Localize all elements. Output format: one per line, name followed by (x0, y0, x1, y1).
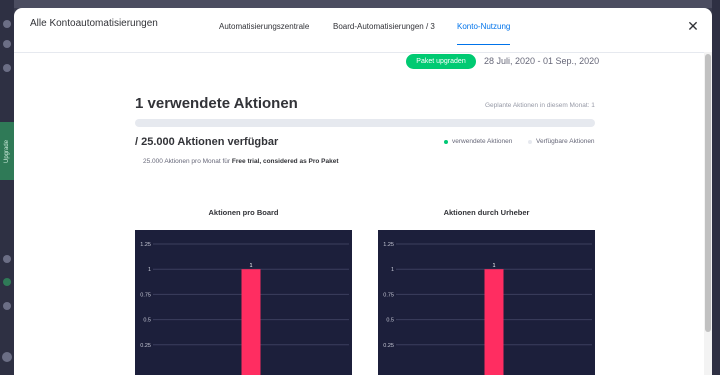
nav-icon[interactable] (3, 255, 11, 263)
legend-item-available: Verfügbare Aktionen (528, 138, 595, 145)
chart-board: 1.25 1 0.75 0.5 0.25 1 (135, 230, 352, 375)
tab-account-usage[interactable]: Konto-Nutzung (457, 22, 511, 45)
plan-note: 25.000 Aktionen pro Monat für Free trial… (143, 158, 338, 165)
chart-board-svg: 1.25 1 0.75 0.5 0.25 1 (140, 242, 349, 375)
avatar[interactable] (2, 352, 12, 362)
bar-data-label: 1 (249, 263, 252, 269)
plan-note-plan: Free trial, considered as Pro Paket (231, 158, 339, 165)
y-tick-label: 1 (148, 267, 151, 273)
legend-item-used: verwendete Aktionen (444, 138, 512, 145)
chart-creator-svg: 1.25 1 0.75 0.5 0.25 1 (383, 242, 592, 375)
chart-bar[interactable] (241, 269, 261, 375)
upgrade-plan-button[interactable]: Paket upgraden (406, 54, 476, 69)
legend-label-available: Verfügbare Aktionen (536, 138, 595, 145)
close-icon[interactable]: ✕ (686, 19, 700, 33)
chart-title-creator: Aktionen durch Urheber (443, 208, 530, 217)
nav-icon[interactable] (3, 64, 11, 72)
planned-actions-label: Geplante Aktionen in diesem Monat: 1 (485, 102, 595, 109)
plan-note-prefix: 25.000 Aktionen pro Monat für (143, 158, 232, 165)
chart-title-board: Aktionen pro Board (208, 208, 279, 217)
bar-data-label: 1 (492, 263, 495, 269)
nav-icon[interactable] (3, 20, 11, 28)
y-tick-label: 0.75 (140, 292, 151, 298)
right-edge (712, 0, 720, 375)
nav-icon[interactable] (3, 302, 11, 310)
date-range: 28 Juli, 2020 - 01 Sep., 2020 (484, 56, 600, 66)
legend-dot-used (444, 139, 448, 144)
upgrade-tab[interactable]: Upgrade (0, 122, 14, 180)
tab-board-automations[interactable]: Board-Automatisierungen / 3 (333, 22, 435, 44)
y-tick-label: 0.5 (386, 318, 394, 324)
legend-dot-available (528, 139, 532, 144)
available-actions-title: / 25.000 Aktionen verfügbar (135, 136, 279, 148)
used-actions-title: 1 verwendete Aktionen (135, 95, 298, 112)
legend-label-used: verwendete Aktionen (452, 138, 513, 145)
y-tick-label: 0.25 (383, 343, 394, 349)
account-icon[interactable] (3, 278, 11, 286)
chart-creator: 1.25 1 0.75 0.5 0.25 1 (378, 230, 595, 375)
y-tick-label: 1 (391, 267, 394, 273)
tab-automation-center[interactable]: Automatisierungszentrale (219, 22, 309, 44)
left-sidebar: Upgrade (0, 0, 14, 375)
scrollbar-thumb[interactable] (705, 54, 711, 332)
nav-icon[interactable] (3, 40, 11, 48)
usage-progress-bar (135, 119, 595, 127)
y-tick-label: 0.5 (143, 318, 151, 324)
y-tick-label: 1.25 (383, 242, 394, 248)
upgrade-tab-label: Upgrade (4, 139, 10, 163)
header-divider (14, 52, 712, 53)
y-tick-label: 0.75 (383, 292, 394, 298)
y-tick-label: 1.25 (140, 242, 151, 248)
automations-modal: Alle Kontoautomatisierungen Automatisier… (14, 8, 712, 375)
modal-title: Alle Kontoautomatisierungen (30, 18, 158, 29)
y-tick-label: 0.25 (140, 343, 151, 349)
chart-bar[interactable] (484, 269, 504, 375)
top-bar (14, 0, 720, 8)
